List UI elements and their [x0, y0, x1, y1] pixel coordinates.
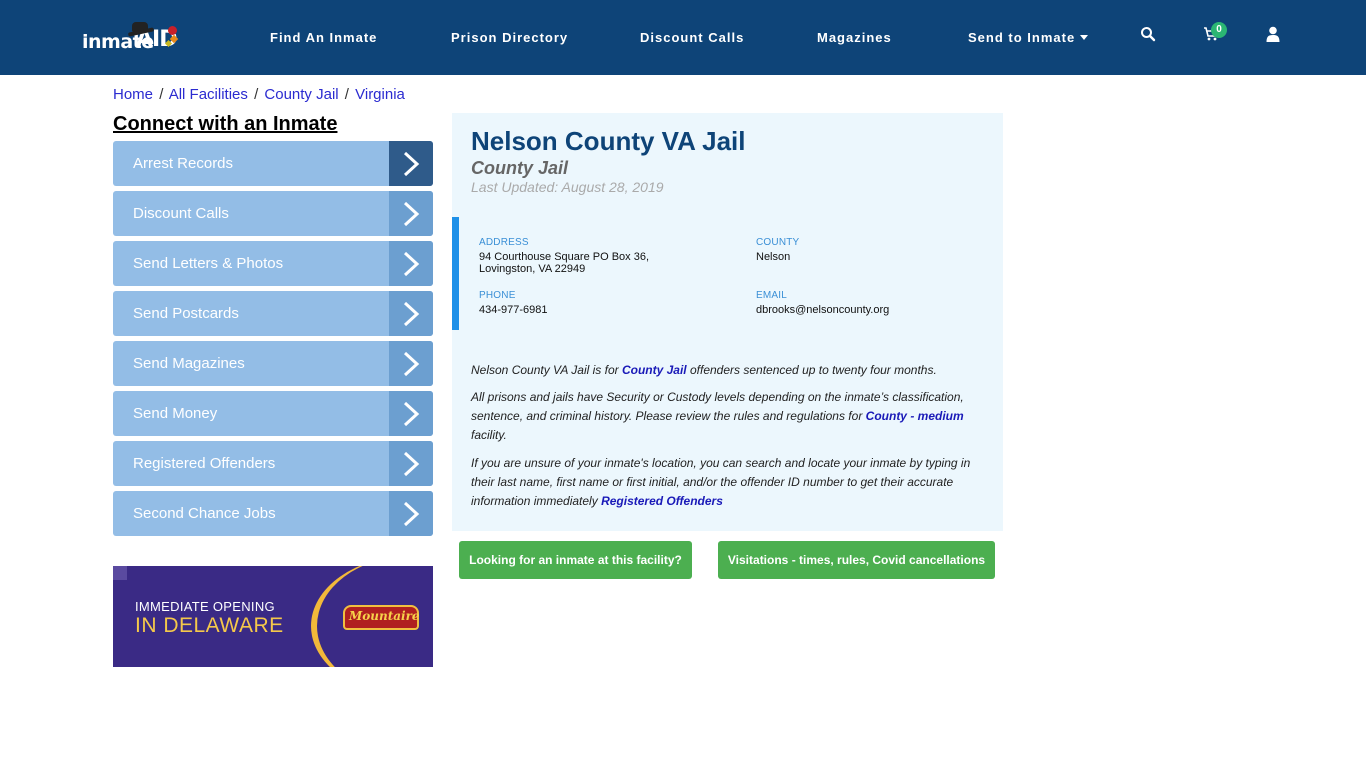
breadcrumb-home[interactable]: Home [113, 86, 153, 103]
chevron-right-icon [389, 441, 433, 486]
cart-count-badge: 0 [1211, 22, 1227, 38]
chevron-right-icon [389, 341, 433, 386]
address-label: ADDRESS [479, 237, 529, 248]
breadcrumb-separator: / [344, 86, 349, 103]
nav-find-an-inmate[interactable]: Find An Inmate [270, 30, 377, 45]
sidebar-item-label: Second Chance Jobs [133, 505, 276, 522]
address-line2: Lovingston, VA 22949 [479, 263, 586, 275]
nav-prison-directory[interactable]: Prison Directory [451, 30, 568, 45]
sidebar-item-registered-offenders[interactable]: Registered Offenders [113, 441, 433, 486]
ad-banner[interactable]: IMMEDIATE OPENING IN DELAWARE Mountaire [113, 566, 433, 667]
sidebar-item-label: Arrest Records [133, 155, 234, 172]
breadcrumb-separator: / [159, 86, 164, 103]
registered-offenders-link[interactable]: Registered Offenders [601, 494, 723, 508]
sidebar-title: Connect with an Inmate [113, 113, 338, 135]
sidebar-item-label: Send Letters & Photos [133, 255, 284, 272]
desc-text: Nelson County VA Jail is for [471, 363, 622, 377]
sidebar-item-discount-calls[interactable]: Discount Calls [113, 191, 433, 236]
breadcrumb-all-facilities[interactable]: All Facilities [169, 86, 248, 103]
county-label: COUNTY [756, 237, 800, 248]
facility-panel: Nelson County VA Jail County Jail Last U… [452, 113, 1003, 531]
sidebar-item-arrest-records[interactable]: Arrest Records [113, 141, 433, 186]
chevron-right-icon [389, 191, 433, 236]
county-jail-link[interactable]: County Jail [622, 363, 687, 377]
mountaire-logo: Mountaire [343, 605, 420, 630]
inmateaid-logo[interactable]: inmate AID [82, 22, 182, 54]
email-label: EMAIL [756, 290, 788, 301]
desc-text: facility. [471, 428, 507, 442]
nav-send-to-inmate[interactable]: Send to Inmate [968, 30, 1089, 45]
sidebar-item-label: Send Money [133, 405, 218, 422]
visitations-button[interactable]: Visitations - times, rules, Covid cancel… [718, 541, 995, 579]
facility-info-box: ADDRESS 94 Courthouse Square PO Box 36, … [452, 217, 1003, 330]
county-medium-link[interactable]: County - medium [866, 409, 964, 423]
breadcrumb-virginia[interactable]: Virginia [355, 86, 405, 103]
sidebar-item-label: Send Postcards [133, 305, 239, 322]
find-inmate-at-facility-button[interactable]: Looking for an inmate at this facility? [459, 541, 692, 579]
nav-discount-calls[interactable]: Discount Calls [640, 30, 744, 45]
ad-brand-text: Mountaire [349, 609, 420, 623]
breadcrumb-separator: / [254, 86, 259, 103]
sidebar-item-send-magazines[interactable]: Send Magazines [113, 341, 433, 386]
sidebar-item-label: Discount Calls [133, 205, 229, 222]
user-icon[interactable] [1266, 26, 1286, 46]
ad-subheadline: IN DELAWARE [135, 614, 284, 637]
caret-down-icon [1080, 35, 1089, 41]
leaf-icon [168, 26, 177, 35]
breadcrumb: Home / All Facilities / County Jail / Vi… [113, 86, 405, 103]
description-paragraph-2: All prisons and jails have Security or C… [471, 388, 981, 445]
last-updated: Last Updated: August 28, 2019 [471, 179, 664, 195]
description-paragraph-1: Nelson County VA Jail is for County Jail… [471, 361, 981, 380]
chevron-right-icon [389, 141, 433, 186]
sidebar-menu: Arrest Records Discount Calls Send Lette… [113, 141, 433, 541]
chevron-right-icon [389, 241, 433, 286]
sidebar-item-label: Registered Offenders [133, 455, 276, 472]
address-line1: 94 Courthouse Square PO Box 36, [479, 251, 649, 263]
sidebar-item-label: Send Magazines [133, 355, 245, 372]
sidebar-item-send-postcards[interactable]: Send Postcards [113, 291, 433, 336]
chevron-right-icon [389, 491, 433, 536]
breadcrumb-county-jail[interactable]: County Jail [264, 86, 338, 103]
chevron-right-icon [389, 291, 433, 336]
top-navbar: inmate AID Find An Inmate Prison Directo… [0, 0, 1366, 75]
sidebar-item-send-letters-photos[interactable]: Send Letters & Photos [113, 241, 433, 286]
facility-type: County Jail [471, 158, 569, 178]
desc-text: offenders sentenced up to twenty four mo… [686, 363, 937, 377]
sidebar-item-second-chance-jobs[interactable]: Second Chance Jobs [113, 491, 433, 536]
phone-label: PHONE [479, 290, 516, 301]
county-value: Nelson [756, 251, 791, 263]
nav-magazines[interactable]: Magazines [817, 30, 892, 45]
search-icon[interactable] [1140, 26, 1160, 46]
phone-value: 434-977-6981 [479, 304, 548, 316]
ad-decoration [113, 566, 127, 580]
ad-headline: IMMEDIATE OPENING [135, 599, 275, 614]
sidebar-item-send-money[interactable]: Send Money [113, 391, 433, 436]
chevron-right-icon [389, 391, 433, 436]
nav-send-to-inmate-label: Send to Inmate [968, 30, 1076, 45]
description-paragraph-3: If you are unsure of your inmate's locat… [471, 454, 981, 511]
facility-name: Nelson County VA Jail [471, 126, 746, 156]
email-value: dbrooks@nelsoncounty.org [756, 304, 890, 316]
